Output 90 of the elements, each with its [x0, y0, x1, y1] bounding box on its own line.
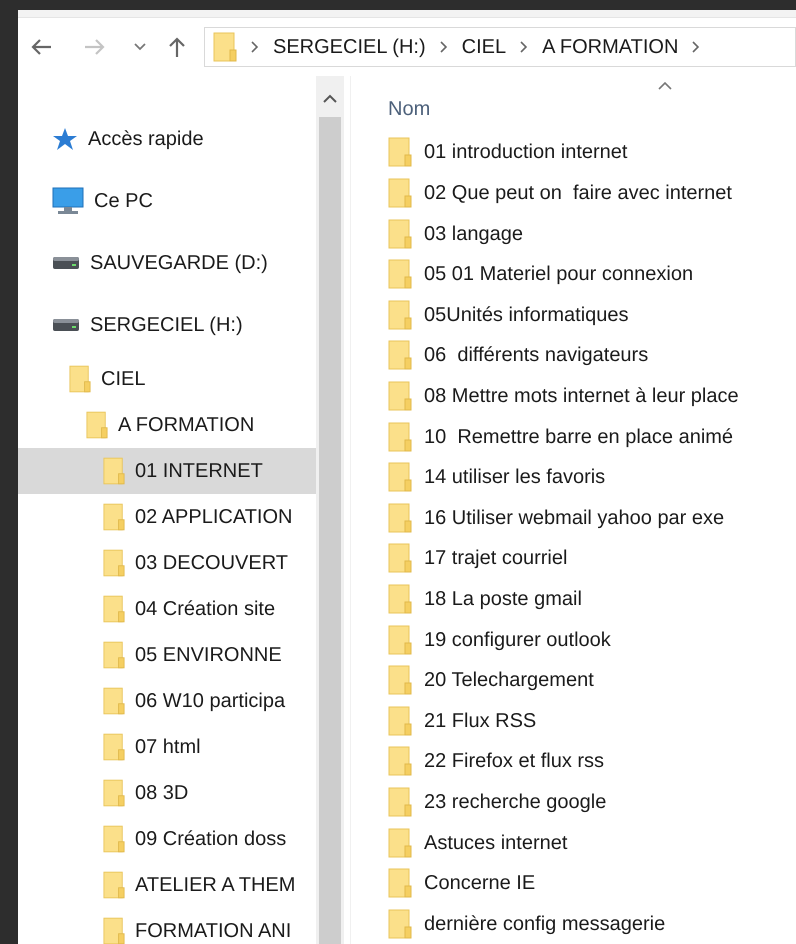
file-list-item[interactable]: 16 Utiliser webmail yahoo par exe: [388, 497, 796, 538]
folder-icon: [103, 457, 125, 485]
back-arrow-icon[interactable]: [30, 38, 52, 56]
navigation-item[interactable]: FORMATION ANI: [18, 908, 316, 944]
file-list-item[interactable]: 18 La poste gmail: [388, 578, 796, 620]
chevron-down-icon[interactable]: [134, 43, 146, 51]
folder-icon: [388, 584, 412, 614]
file-list-item[interactable]: 05Unités informatiques: [388, 294, 796, 336]
folder-icon: [388, 746, 412, 776]
folder-icon: [388, 786, 412, 817]
folder-icon: [213, 32, 237, 62]
chevron-right-icon: [692, 41, 700, 53]
chevron-right-icon: [251, 41, 259, 53]
navigation-item[interactable]: 08 3D: [18, 770, 316, 816]
scrollbar[interactable]: [316, 76, 344, 944]
drive-icon: [52, 256, 80, 270]
file-list-item[interactable]: 08 Mettre mots internet à leur place: [388, 376, 796, 416]
folder-icon: [388, 178, 412, 208]
folder-icon: [103, 733, 125, 761]
navigation-item[interactable]: 07 html: [18, 724, 316, 770]
scroll-up-icon[interactable]: [323, 94, 337, 103]
navigation-item[interactable]: 04 Création site: [18, 586, 316, 632]
up-arrow-icon[interactable]: [168, 36, 186, 58]
folder-icon: [103, 917, 125, 944]
folder-icon: [103, 687, 125, 715]
navigation-item[interactable]: 06 W10 participa: [18, 678, 316, 724]
file-list-item[interactable]: 19 configurer outlook: [388, 619, 796, 660]
star-icon: [52, 127, 78, 151]
folder-icon: [388, 868, 412, 898]
column-header[interactable]: Nom: [388, 94, 430, 124]
folder-icon: [388, 543, 412, 574]
breadcrumb-item[interactable]: A FORMATION: [542, 32, 678, 62]
file-list-item[interactable]: 10 Remettre barre en place animé: [388, 416, 796, 457]
folder-icon: [388, 340, 412, 370]
folder-icon: [388, 908, 412, 939]
folder-icon: [388, 502, 412, 533]
file-list-item[interactable]: Concerne IE: [388, 862, 796, 904]
folder-icon: [103, 871, 125, 899]
navigation-item[interactable]: 03 DECOUVERT: [18, 540, 316, 586]
folder-icon: [388, 300, 412, 330]
breadcrumb-item[interactable]: SERGECIEL (H:): [273, 32, 426, 62]
folder-icon: [388, 380, 412, 411]
folder-icon: [103, 595, 125, 623]
file-list-item[interactable]: 05 01 Materiel pour connexion: [388, 254, 796, 294]
drive-icon: [52, 318, 80, 332]
file-list-item[interactable]: dernière config messagerie: [388, 903, 796, 944]
navigation-item[interactable]: SAUVEGARDE (D:): [18, 232, 316, 294]
folder-icon: [388, 706, 412, 736]
folder-icon: [388, 828, 412, 858]
navigation-item[interactable]: Accès rapide: [18, 108, 316, 170]
folder-icon: [103, 503, 125, 531]
file-list-item[interactable]: 23 recherche google: [388, 782, 796, 822]
navigation-item[interactable]: 01 INTERNET: [18, 448, 316, 494]
address-bar[interactable]: SERGECIEL (H:) CIEL A FORMATION: [204, 27, 796, 67]
navigation-item[interactable]: 09 Création doss: [18, 816, 316, 862]
folder-icon: [103, 779, 125, 807]
navigation-item[interactable]: 05 ENVIRONNE: [18, 632, 316, 678]
navigation-item[interactable]: Ce PC: [18, 170, 316, 232]
navigation-item[interactable]: SERGECIEL (H:): [18, 294, 316, 356]
navigation-item[interactable]: CIEL: [18, 356, 316, 402]
file-list-item[interactable]: 22 Firefox et flux rss: [388, 741, 796, 782]
folder-icon: [103, 641, 125, 669]
file-list-item[interactable]: 20 Telechargement: [388, 660, 796, 700]
monitor-icon: [52, 187, 84, 215]
file-list-item[interactable]: Astuces internet: [388, 822, 796, 863]
sort-caret-icon: [658, 82, 672, 90]
breadcrumb-item[interactable]: CIEL: [462, 32, 506, 62]
folder-icon: [388, 462, 412, 492]
file-list-item[interactable]: 02 Que peut on faire avec internet: [388, 172, 796, 214]
file-list-item[interactable]: 03 langage: [388, 213, 796, 254]
navigation-item[interactable]: 02 APPLICATION: [18, 494, 316, 540]
folder-icon: [388, 624, 412, 655]
navigation-item[interactable]: ATELIER A THEM: [18, 862, 316, 908]
file-list-item[interactable]: 17 trajet courriel: [388, 538, 796, 579]
navigation-item[interactable]: A FORMATION: [18, 402, 316, 448]
folder-icon: [388, 422, 412, 452]
folder-icon: [388, 665, 412, 696]
file-list-item[interactable]: 21 Flux RSS: [388, 700, 796, 742]
folder-icon: [86, 411, 108, 439]
folder-icon: [388, 259, 412, 290]
file-list-item[interactable]: 14 utiliser les favoris: [388, 456, 796, 498]
file-list-item[interactable]: 06 différents navigateurs: [388, 335, 796, 376]
folder-icon: [388, 218, 412, 249]
folder-icon: [388, 137, 412, 168]
folder-icon: [103, 549, 125, 577]
chevron-right-icon: [520, 41, 528, 53]
chevron-right-icon: [440, 41, 448, 53]
folder-icon: [103, 825, 125, 853]
folder-icon: [69, 365, 91, 393]
file-list-item[interactable]: 01 introduction internet: [388, 132, 796, 173]
